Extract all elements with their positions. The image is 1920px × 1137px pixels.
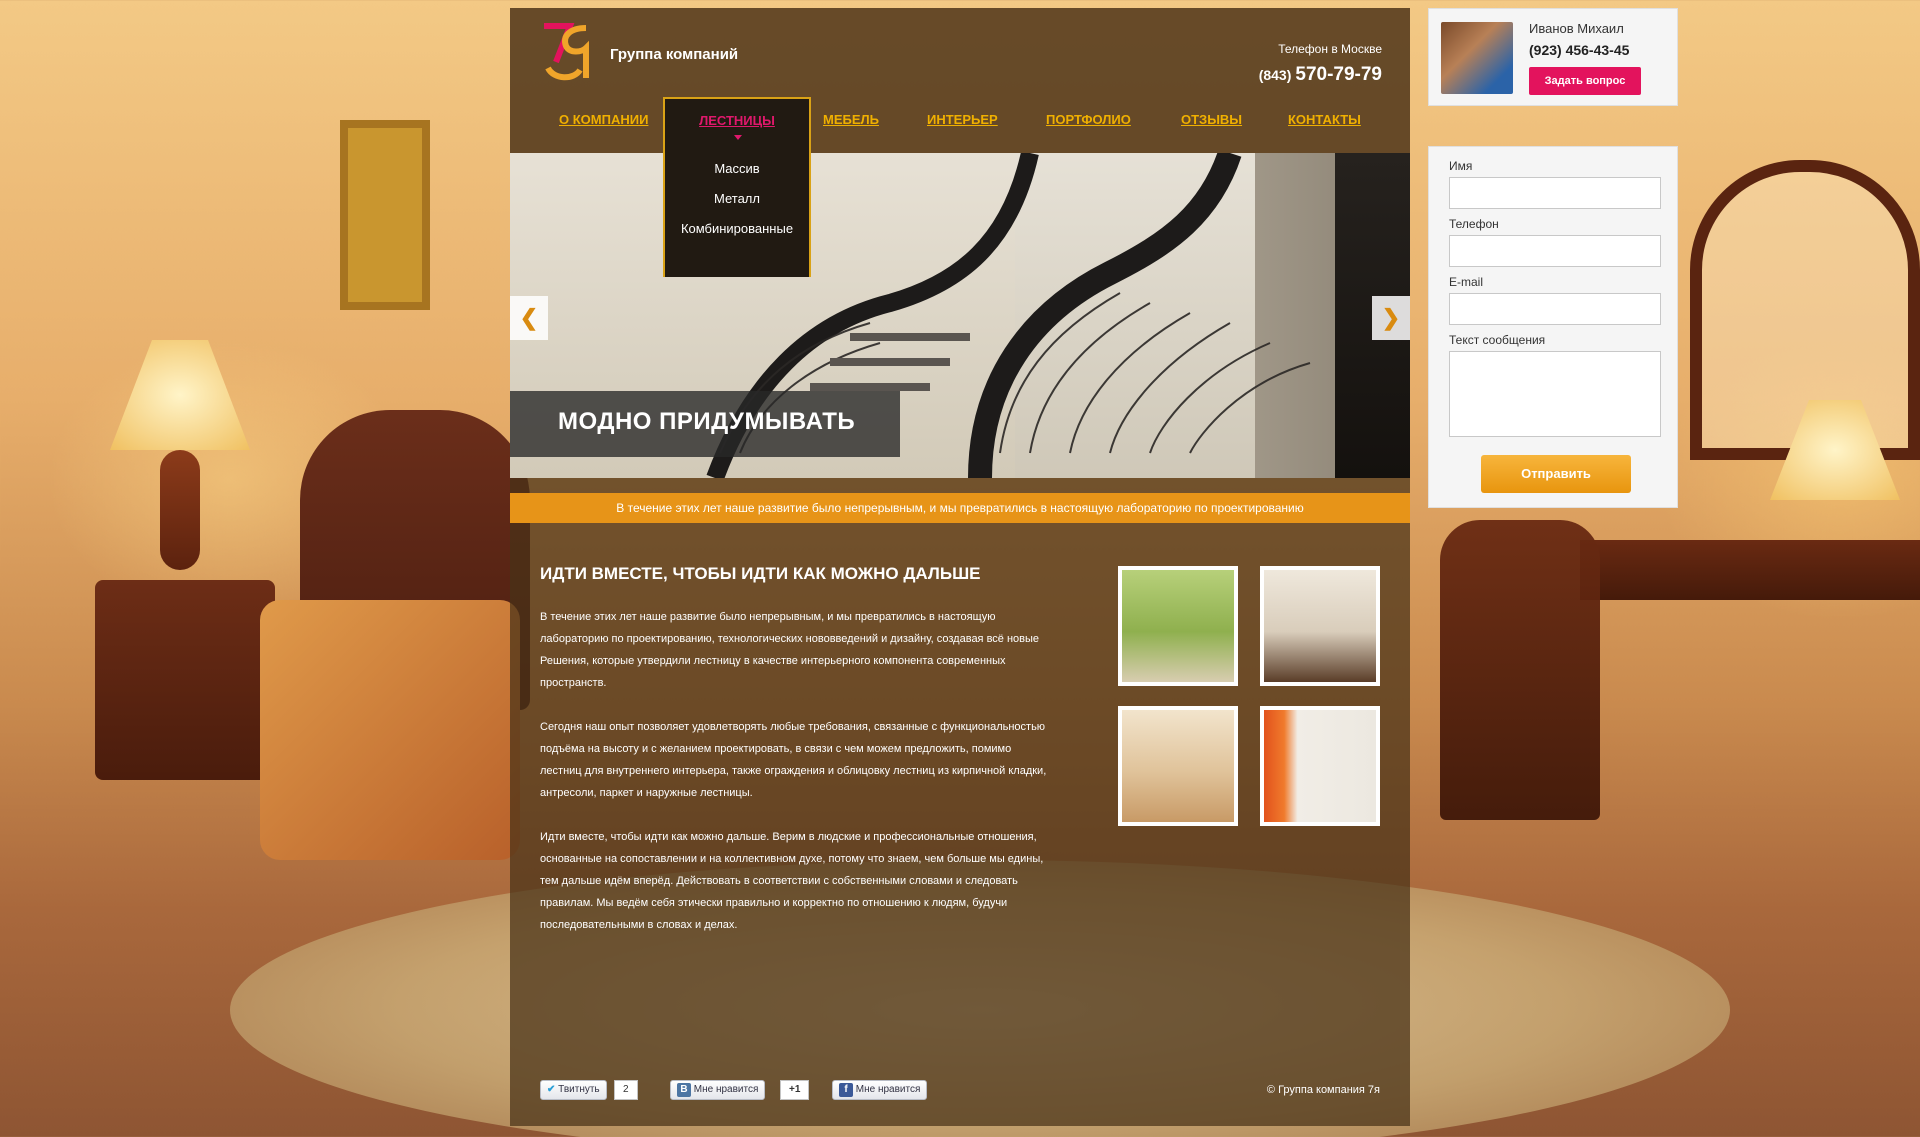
caret-down-icon	[734, 135, 742, 140]
company-name: Группа компаний	[610, 46, 739, 63]
content-paragraph: В течение этих лет наше развитие было не…	[540, 611, 1040, 689]
dropdown-item-massiv[interactable]: Массив	[665, 161, 809, 176]
name-field[interactable]	[1449, 177, 1661, 209]
company-logo[interactable]	[540, 22, 592, 84]
tweet-count: 2	[614, 1080, 638, 1100]
name-label: Имя	[1449, 159, 1473, 173]
gplus-button[interactable]: +1	[780, 1080, 810, 1100]
copyright: © Группа компания 7я	[1266, 1084, 1380, 1096]
thumbnail-green-bedroom[interactable]	[1118, 566, 1238, 686]
vk-like-button[interactable]: В Мне нравится	[670, 1080, 766, 1100]
thumbnail-dining-room[interactable]	[1118, 706, 1238, 826]
phone-number: (843) 570-79-79	[1259, 64, 1382, 86]
contact-phone: (923) 456-43-45	[1529, 42, 1630, 58]
message-field[interactable]	[1449, 351, 1661, 437]
fb-like-label: Мне нравится	[855, 1084, 921, 1095]
nav-item-stairs[interactable]: ЛЕСТНИЦЫ Массив Металл Комбинированные	[663, 97, 811, 277]
phone-field[interactable]	[1449, 235, 1661, 267]
nav-item-reviews[interactable]: ОТЗЫВЫ	[1181, 112, 1242, 127]
twitter-icon: ✔	[547, 1084, 556, 1095]
dropdown-item-metal[interactable]: Металл	[665, 191, 809, 206]
background-lamp-base	[160, 450, 200, 570]
phone-code: (843)	[1258, 67, 1292, 83]
avatar	[1441, 22, 1513, 94]
background-chair	[1440, 520, 1600, 820]
nav-item-interior[interactable]: ИНТЕРЬЕР	[927, 112, 998, 127]
background-dressing-table	[1580, 540, 1920, 600]
nav-item-furniture[interactable]: МЕБЕЛЬ	[823, 112, 879, 127]
vk-icon: В	[677, 1083, 691, 1097]
background-painting	[340, 120, 430, 310]
tweet-button[interactable]: ✔ Твитнуть	[540, 1080, 607, 1100]
contact-name: Иванов Михаил	[1529, 21, 1624, 36]
slider-next-arrow[interactable]: ❯	[1372, 296, 1410, 340]
nav-item-stairs-label: ЛЕСТНИЦЫ	[699, 113, 775, 128]
submit-button[interactable]: Отправить	[1481, 455, 1631, 493]
tweet-label: Твитнуть	[558, 1084, 600, 1095]
content-paragraph: Идти вместе, чтобы идти как можно дальше…	[540, 831, 1044, 931]
ask-question-button[interactable]: Задать вопрос	[1529, 67, 1641, 95]
email-field[interactable]	[1449, 293, 1661, 325]
content-paragraph: Сегодня наш опыт позволяет удовлетворять…	[540, 721, 1047, 799]
message-label: Текст сообщения	[1449, 333, 1546, 347]
main-nav: О КОМПАНИИ МЕБЕЛЬ ИНТЕРЬЕР ПОРТФОЛИО ОТЗ…	[510, 98, 1410, 138]
hero-slider: МОДНО ПРИДУМЫВАТЬ	[510, 153, 1410, 478]
background-nightstand	[95, 580, 275, 780]
phone-label: Телефон в Москве	[1278, 42, 1382, 56]
fb-like-button[interactable]: f Мне нравится	[832, 1080, 928, 1100]
vk-like-label: Мне нравится	[693, 1084, 759, 1095]
main-panel: Группа компаний Телефон в Москве (843) 57…	[510, 8, 1410, 1126]
nav-item-contacts[interactable]: КОНТАКТЫ	[1288, 112, 1361, 127]
contact-card: Иванов Михаил (923) 456-43-45 Задать воп…	[1428, 8, 1678, 106]
phone-label: Телефон	[1449, 217, 1499, 231]
phone-digits: 570-79-79	[1295, 64, 1382, 85]
contact-form: Имя Телефон E-mail Текст сообщения Отпра…	[1428, 146, 1678, 508]
slider-prev-arrow[interactable]: ❮	[510, 296, 548, 340]
nav-item-about[interactable]: О КОМПАНИИ	[559, 112, 648, 127]
background-lamp-shade	[110, 340, 250, 450]
background-bed	[260, 600, 520, 860]
nav-item-portfolio[interactable]: ПОРТФОЛИО	[1046, 112, 1131, 127]
content-title: ИДТИ ВМЕСТЕ, ЧТОБЫ ИДТИ КАК МОЖНО ДАЛЬШЕ	[540, 564, 981, 583]
thumbnail-orange-curtain-room[interactable]	[1260, 706, 1380, 826]
thumbnail-modern-living[interactable]	[1260, 566, 1380, 686]
dropdown-item-combined[interactable]: Комбинированные	[665, 221, 809, 236]
slide-caption: МОДНО ПРИДУМЫВАТЬ	[558, 408, 856, 435]
highlight-banner: В течение этих лет наше развитие было не…	[510, 493, 1410, 523]
facebook-icon: f	[839, 1083, 853, 1097]
email-label: E-mail	[1449, 275, 1484, 289]
